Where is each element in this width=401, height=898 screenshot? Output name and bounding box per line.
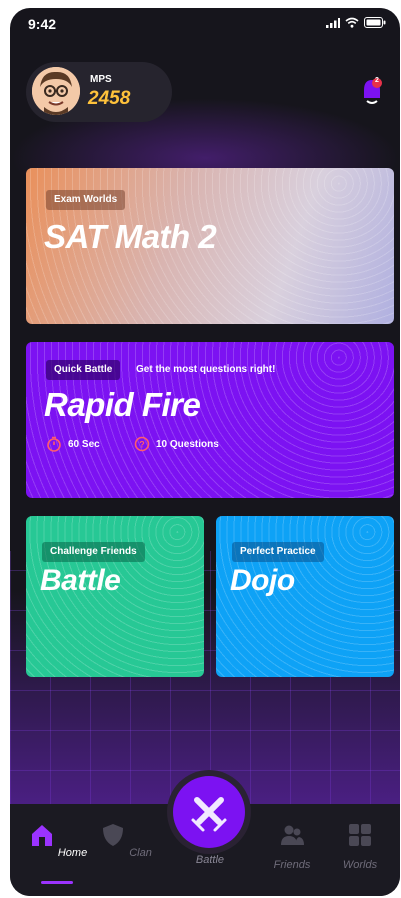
shield-icon (103, 824, 124, 846)
mps-value: 2458 (88, 88, 131, 109)
wifi-icon (345, 17, 359, 28)
status-icons (326, 17, 386, 28)
questions-info: ? 10 Questions (134, 436, 219, 452)
nav-clan-label: Clan (129, 847, 152, 859)
quick-battle-card[interactable]: Quick Battle Get the most questions righ… (26, 342, 394, 498)
questions-text: 10 Questions (156, 438, 219, 450)
exam-worlds-card[interactable]: Exam Worlds SAT Math 2 (26, 168, 394, 324)
challenge-friends-tag: Challenge Friends (42, 542, 145, 562)
sat-math-title: SAT Math 2 (44, 218, 217, 255)
perfect-practice-tag: Perfect Practice (232, 542, 324, 562)
mps-label: MPS (90, 74, 112, 85)
battle-title: Battle (40, 564, 121, 597)
status-bar: 9:42 (10, 8, 400, 38)
notification-button[interactable]: 2 (362, 76, 382, 106)
quick-battle-tag: Quick Battle (46, 360, 121, 380)
nav-friends[interactable]: Friends (262, 822, 322, 871)
nav-clan[interactable]: Clan (96, 822, 156, 859)
battle-fab-button[interactable] (173, 776, 245, 848)
nav-battle-label[interactable]: Battle (180, 854, 240, 866)
nav-friends-label: Friends (273, 859, 311, 871)
nav-home[interactable]: Home (28, 822, 88, 859)
question-icon: ? (134, 436, 150, 452)
stopwatch-icon (47, 436, 61, 452)
dojo-title: Dojo (230, 564, 295, 597)
grid-icon (349, 824, 371, 846)
phone-screen: 9:42 MPS 2458 2 Exam Worlds SAT Math 2 Q… (10, 8, 400, 896)
nav-worlds[interactable]: Worlds (330, 822, 390, 871)
svg-text:?: ? (139, 440, 145, 450)
home-icon (31, 825, 52, 846)
avatar-face-icon (32, 67, 80, 115)
friends-icon (281, 825, 304, 845)
crossed-swords-icon (191, 797, 227, 832)
signal-icon (326, 17, 340, 28)
challenge-friends-card[interactable]: Challenge Friends Battle (26, 516, 204, 677)
perfect-practice-card[interactable]: Perfect Practice Dojo (216, 516, 394, 677)
notification-count: 2 (375, 77, 379, 84)
avatar[interactable] (32, 67, 80, 115)
timer-info: 60 Sec (46, 436, 100, 452)
battery-icon (364, 17, 386, 28)
status-time: 9:42 (28, 16, 57, 32)
rapid-fire-title: Rapid Fire (44, 386, 201, 423)
profile-pill[interactable]: MPS 2458 (26, 62, 172, 122)
quick-battle-subtitle: Get the most questions right! (136, 364, 276, 375)
nav-home-label: Home (57, 847, 88, 859)
nav-active-indicator (41, 881, 73, 884)
exam-worlds-tag: Exam Worlds (46, 190, 126, 210)
timer-text: 60 Sec (68, 438, 100, 450)
nav-worlds-label: Worlds (342, 859, 378, 871)
